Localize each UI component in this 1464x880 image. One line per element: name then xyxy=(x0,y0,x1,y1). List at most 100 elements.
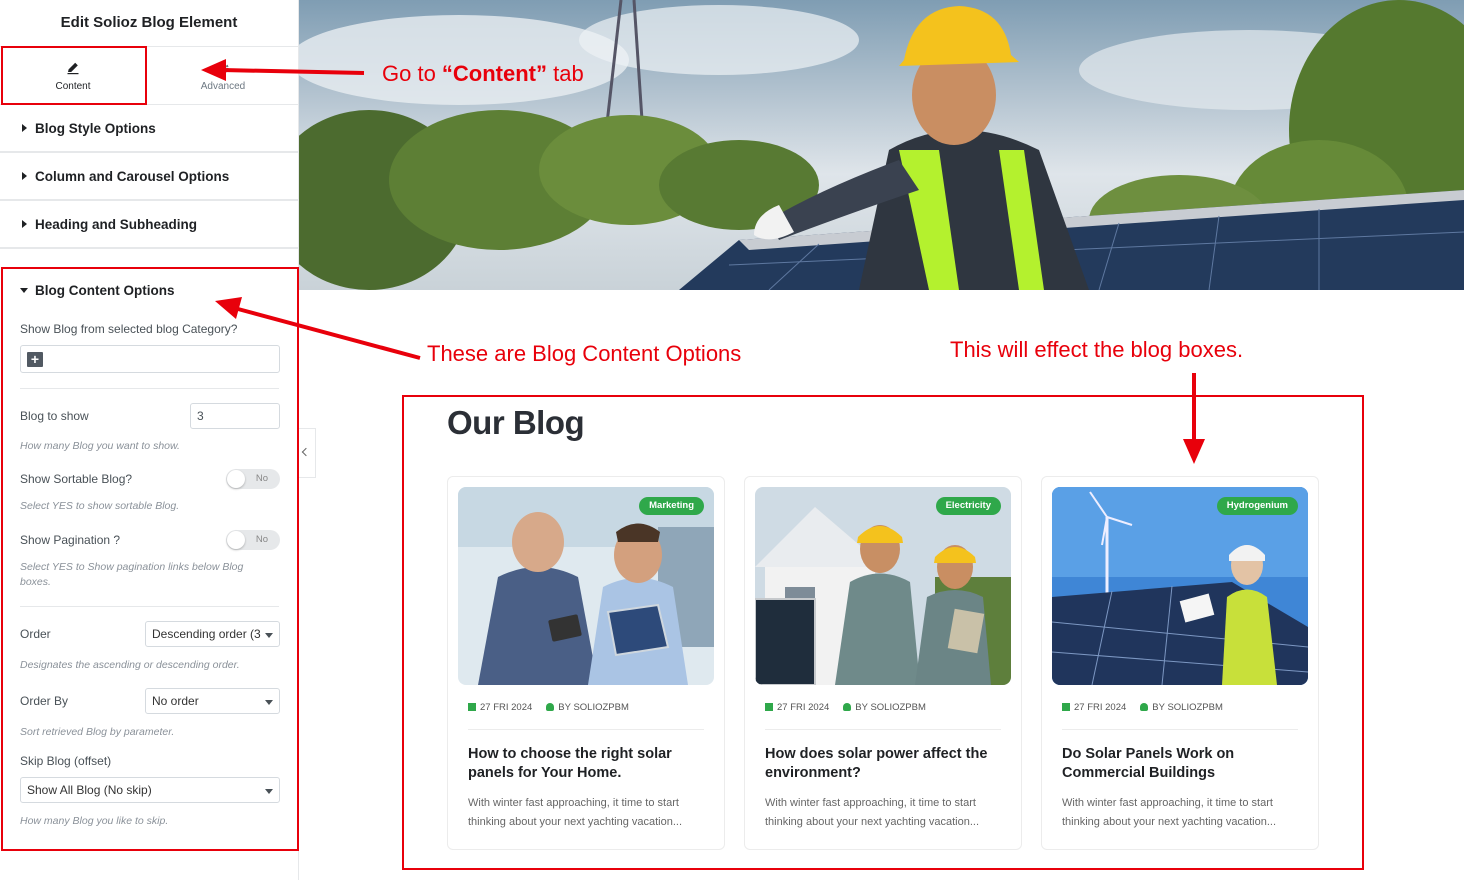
blog-card-title[interactable]: How does solar power affect the environm… xyxy=(765,745,1005,783)
blog-card[interactable]: Hydrogenium 27 FRI 2024 BY SOLIOZPBM Do S… xyxy=(1041,476,1319,850)
tab-advanced[interactable]: Advanced xyxy=(150,47,296,104)
calendar-icon xyxy=(1062,703,1070,711)
divider xyxy=(765,729,1001,730)
section-blog-content-options[interactable]: Blog Content Options xyxy=(35,283,174,298)
blog-card-image[interactable]: Electricity xyxy=(755,487,1011,685)
section-label: Heading and Subheading xyxy=(35,217,198,232)
blog-to-show-label: Blog to show xyxy=(20,409,89,423)
category-label: Show Blog from selected blog Category? xyxy=(20,322,238,336)
blog-card-date: 27 FRI 2024 xyxy=(777,702,830,713)
chevron-left-icon xyxy=(301,447,311,457)
order-help: Designates the ascending or descending o… xyxy=(20,659,240,671)
skip-label: Skip Blog (offset) xyxy=(20,754,112,768)
toggle-knob xyxy=(227,470,245,488)
user-icon xyxy=(546,703,555,711)
hero-image xyxy=(299,0,1464,290)
blog-card-title[interactable]: Do Solar Panels Work on Commercial Build… xyxy=(1062,745,1302,783)
category-badge[interactable]: Marketing xyxy=(639,497,704,515)
gear-icon xyxy=(217,62,229,74)
blog-card-author[interactable]: BY SOLIOZPBM xyxy=(855,702,926,713)
chevron-down-icon xyxy=(265,633,273,638)
user-icon xyxy=(843,703,852,711)
blog-card[interactable]: Marketing 27 FRI 2024 BY SOLIOZPBM How to… xyxy=(447,476,725,850)
annotation-content-tab-pre: Go to xyxy=(382,61,442,86)
section-column-carousel-options[interactable]: Column and Carousel Options xyxy=(0,153,298,201)
toggle-value: No xyxy=(255,534,268,545)
orderby-label: Order By xyxy=(20,694,69,708)
pagination-help: Select YES to Show pagination links belo… xyxy=(20,561,244,588)
panel-collapse-handle[interactable] xyxy=(299,428,316,478)
blog-card-image-art xyxy=(458,487,714,685)
blog-card-author[interactable]: BY SOLIOZPBM xyxy=(558,702,629,713)
pagination-label: Show Pagination ? xyxy=(20,533,121,547)
blog-card-image-art xyxy=(1052,487,1308,685)
sortable-toggle[interactable]: No xyxy=(226,469,280,489)
editor-panel: Edit Solioz Blog Element Content Advance… xyxy=(0,0,299,880)
order-select[interactable]: Descending order (3 xyxy=(145,621,280,647)
plus-icon[interactable]: + xyxy=(27,352,43,367)
toggle-value: No xyxy=(255,473,268,484)
blog-card-date: 27 FRI 2024 xyxy=(1074,702,1127,713)
section-label: Column and Carousel Options xyxy=(35,169,230,184)
blog-to-show-input[interactable]: 3 xyxy=(190,403,280,429)
orderby-value: No order xyxy=(152,694,199,708)
caret-right-icon xyxy=(22,124,27,132)
caret-right-icon xyxy=(22,172,27,180)
tab-content[interactable]: Content xyxy=(0,47,146,104)
blog-card-meta: 27 FRI 2024 BY SOLIOZPBM xyxy=(468,702,629,713)
annotation-content-tab-bold: “Content” xyxy=(441,61,548,86)
pagination-toggle[interactable]: No xyxy=(226,530,280,550)
blog-card-title[interactable]: How to choose the right solar panels for… xyxy=(468,745,708,783)
toggle-knob xyxy=(227,531,245,549)
skip-value: Show All Blog (No skip) xyxy=(27,783,152,797)
blog-heading: Our Blog xyxy=(447,404,585,441)
blog-card-image-art xyxy=(755,487,1011,685)
skip-help: How many Blog you like to skip. xyxy=(20,815,169,827)
sortable-help: Select YES to show sortable Blog. xyxy=(20,500,180,512)
orderby-select[interactable]: No order xyxy=(145,688,280,714)
category-badge[interactable]: Hydrogenium xyxy=(1216,497,1298,515)
skip-select[interactable]: Show All Blog (No skip) xyxy=(20,777,280,803)
order-value: Descending order (3 xyxy=(152,627,261,641)
annotation-effect: This will effect the blog boxes. xyxy=(950,337,1244,362)
calendar-icon xyxy=(765,703,773,711)
blog-card-excerpt: With winter fast approaching, it time to… xyxy=(765,797,980,828)
divider xyxy=(468,729,704,730)
tab-advanced-label: Advanced xyxy=(200,81,246,92)
divider xyxy=(20,388,279,389)
section-heading-subheading[interactable]: Heading and Subheading xyxy=(0,201,298,249)
blog-card-image[interactable]: Marketing xyxy=(458,487,714,685)
annotation-content-tab-post: tab xyxy=(547,61,584,86)
panel-title: Edit Solioz Blog Element xyxy=(0,0,298,47)
blog-card-author[interactable]: BY SOLIOZPBM xyxy=(1152,702,1223,713)
section-label: Blog Style Options xyxy=(35,121,156,136)
chevron-down-icon xyxy=(265,700,273,705)
blog-card-meta: 27 FRI 2024 BY SOLIOZPBM xyxy=(1062,702,1223,713)
hero-illustration xyxy=(299,0,1464,290)
tab-content-label: Content xyxy=(55,81,91,92)
annotation-options: These are Blog Content Options xyxy=(427,341,742,366)
blog-card-excerpt: With winter fast approaching, it time to… xyxy=(1062,797,1277,828)
chevron-down-icon xyxy=(265,789,273,794)
blog-card-date: 27 FRI 2024 xyxy=(480,702,533,713)
caret-down-icon xyxy=(20,288,28,293)
calendar-icon xyxy=(468,703,476,711)
caret-right-icon xyxy=(22,220,27,228)
blog-card-image[interactable]: Hydrogenium xyxy=(1052,487,1308,685)
pencil-icon xyxy=(67,62,79,75)
sortable-label: Show Sortable Blog? xyxy=(20,472,133,486)
section-blog-style-options[interactable]: Blog Style Options xyxy=(0,105,298,153)
annotation-content-tab: Go to “Content” tab xyxy=(382,61,584,87)
blog-card-meta: 27 FRI 2024 BY SOLIOZPBM xyxy=(765,702,926,713)
category-badge[interactable]: Electricity xyxy=(935,497,1001,515)
orderby-help: Sort retrieved Blog by parameter. xyxy=(20,726,175,738)
blog-card-excerpt: With winter fast approaching, it time to… xyxy=(468,797,683,828)
panel-tabs: Content Advanced xyxy=(0,47,298,105)
category-select[interactable]: + xyxy=(20,345,280,373)
order-label: Order xyxy=(20,627,51,641)
screen: Edit Solioz Blog Element Content Advance… xyxy=(0,0,1464,880)
divider xyxy=(1062,729,1298,730)
blog-card[interactable]: Electricity 27 FRI 2024 BY SOLIOZPBM How … xyxy=(744,476,1022,850)
divider xyxy=(20,606,279,607)
blog-to-show-help: How many Blog you want to show. xyxy=(20,440,180,452)
